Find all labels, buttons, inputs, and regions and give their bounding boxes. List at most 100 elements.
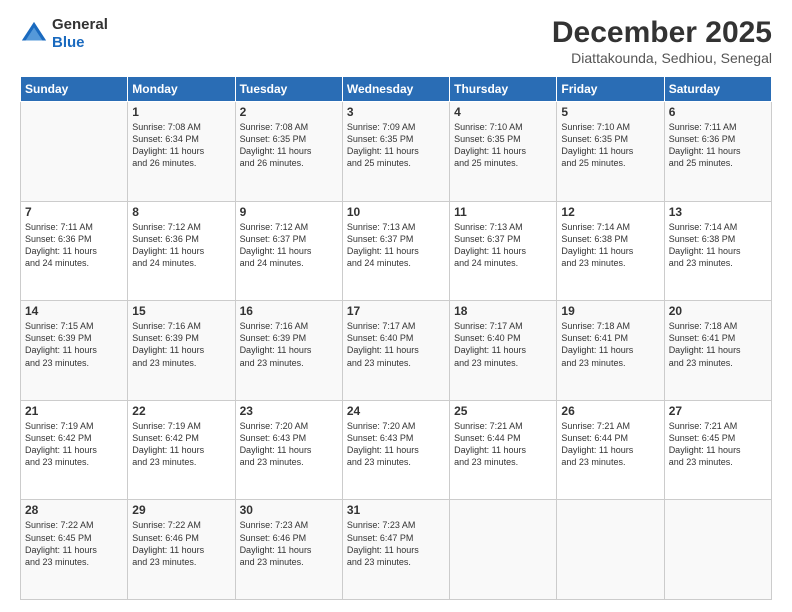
week-row-5: 28 Sunrise: 7:22 AM Sunset: 6:45 PM Dayli… [21, 500, 772, 600]
calendar-cell: 17 Sunrise: 7:17 AM Sunset: 6:40 PM Dayli… [342, 301, 449, 401]
page: General Blue December 2025 Diattakounda,… [0, 0, 792, 612]
logo-text: General Blue [52, 16, 108, 52]
day-info: Sunrise: 7:19 AM Sunset: 6:42 PM Dayligh… [25, 420, 123, 469]
logo-blue: Blue [52, 34, 85, 51]
day-info: Sunrise: 7:16 AM Sunset: 6:39 PM Dayligh… [132, 320, 230, 369]
calendar-cell [450, 500, 557, 600]
day-number: 21 [25, 404, 123, 418]
calendar-cell: 14Sunrise: 7:15 AM Sunset: 6:39 PM Dayli… [21, 301, 128, 401]
day-number: 29 [132, 503, 230, 517]
logo-icon [20, 20, 48, 48]
calendar-cell: 28 Sunrise: 7:22 AM Sunset: 6:45 PM Dayli… [21, 500, 128, 600]
week-row-1: 1Sunrise: 7:08 AM Sunset: 6:34 PM Daylig… [21, 102, 772, 202]
calendar-cell: 4Sunrise: 7:10 AM Sunset: 6:35 PM Daylig… [450, 102, 557, 202]
day-header-thursday: Thursday [450, 77, 557, 102]
day-info: Sunrise: 7:21 AM Sunset: 6:45 PM Dayligh… [669, 420, 767, 469]
day-number: 31 [347, 503, 445, 517]
day-info: Sunrise: 7:15 AM Sunset: 6:39 PM Dayligh… [25, 320, 123, 369]
week-row-4: 21 Sunrise: 7:19 AM Sunset: 6:42 PM Dayli… [21, 400, 772, 500]
day-number: 2 [240, 105, 338, 119]
calendar-cell: 23Sunrise: 7:20 AM Sunset: 6:43 PM Dayli… [235, 400, 342, 500]
calendar-cell: 5Sunrise: 7:10 AM Sunset: 6:35 PM Daylig… [557, 102, 664, 202]
location: Diattakounda, Sedhiou, Senegal [552, 50, 772, 66]
day-info: Sunrise: 7:17 AM Sunset: 6:40 PM Dayligh… [454, 320, 552, 369]
header: General Blue December 2025 Diattakounda,… [20, 16, 772, 66]
day-number: 27 [669, 404, 767, 418]
calendar-cell: 26Sunrise: 7:21 AM Sunset: 6:44 PM Dayli… [557, 400, 664, 500]
day-info: Sunrise: 7:23 AM Sunset: 6:47 PM Dayligh… [347, 519, 445, 568]
calendar-cell: 24 Sunrise: 7:20 AM Sunset: 6:43 PM Dayli… [342, 400, 449, 500]
day-info: Sunrise: 7:16 AM Sunset: 6:39 PM Dayligh… [240, 320, 338, 369]
calendar-cell: 7 Sunrise: 7:11 AM Sunset: 6:36 PM Daylig… [21, 201, 128, 301]
day-info: Sunrise: 7:12 AM Sunset: 6:37 PM Dayligh… [240, 221, 338, 270]
calendar-cell: 2Sunrise: 7:08 AM Sunset: 6:35 PM Daylig… [235, 102, 342, 202]
day-number: 8 [132, 205, 230, 219]
day-number: 19 [561, 304, 659, 318]
day-number: 7 [25, 205, 123, 219]
day-info: Sunrise: 7:13 AM Sunset: 6:37 PM Dayligh… [347, 221, 445, 270]
day-number: 5 [561, 105, 659, 119]
title-block: December 2025 Diattakounda, Sedhiou, Sen… [552, 16, 772, 66]
calendar-cell [557, 500, 664, 600]
day-number: 3 [347, 105, 445, 119]
calendar-body: 1Sunrise: 7:08 AM Sunset: 6:34 PM Daylig… [21, 102, 772, 600]
day-number: 17 [347, 304, 445, 318]
day-number: 24 [347, 404, 445, 418]
calendar-cell: 12Sunrise: 7:14 AM Sunset: 6:38 PM Dayli… [557, 201, 664, 301]
logo: General Blue [20, 16, 108, 52]
day-info: Sunrise: 7:12 AM Sunset: 6:36 PM Dayligh… [132, 221, 230, 270]
day-header-friday: Friday [557, 77, 664, 102]
day-number: 15 [132, 304, 230, 318]
day-header-saturday: Saturday [664, 77, 771, 102]
day-number: 20 [669, 304, 767, 318]
day-info: Sunrise: 7:17 AM Sunset: 6:40 PM Dayligh… [347, 320, 445, 369]
calendar-cell: 19 Sunrise: 7:18 AM Sunset: 6:41 PM Dayli… [557, 301, 664, 401]
logo-general: General [52, 16, 108, 33]
day-header-wednesday: Wednesday [342, 77, 449, 102]
calendar-cell: 29 Sunrise: 7:22 AM Sunset: 6:46 PM Dayli… [128, 500, 235, 600]
day-number: 16 [240, 304, 338, 318]
calendar-cell: 16 Sunrise: 7:16 AM Sunset: 6:39 PM Dayli… [235, 301, 342, 401]
day-info: Sunrise: 7:14 AM Sunset: 6:38 PM Dayligh… [561, 221, 659, 270]
calendar-cell: 31 Sunrise: 7:23 AM Sunset: 6:47 PM Dayli… [342, 500, 449, 600]
day-number: 13 [669, 205, 767, 219]
day-number: 25 [454, 404, 552, 418]
calendar-cell: 13Sunrise: 7:14 AM Sunset: 6:38 PM Dayli… [664, 201, 771, 301]
calendar-cell: 15 Sunrise: 7:16 AM Sunset: 6:39 PM Dayli… [128, 301, 235, 401]
calendar-cell: 1Sunrise: 7:08 AM Sunset: 6:34 PM Daylig… [128, 102, 235, 202]
day-number: 9 [240, 205, 338, 219]
day-info: Sunrise: 7:08 AM Sunset: 6:34 PM Dayligh… [132, 121, 230, 170]
day-info: Sunrise: 7:18 AM Sunset: 6:41 PM Dayligh… [669, 320, 767, 369]
day-info: Sunrise: 7:21 AM Sunset: 6:44 PM Dayligh… [561, 420, 659, 469]
day-number: 10 [347, 205, 445, 219]
day-info: Sunrise: 7:20 AM Sunset: 6:43 PM Dayligh… [347, 420, 445, 469]
day-header-tuesday: Tuesday [235, 77, 342, 102]
day-number: 23 [240, 404, 338, 418]
week-row-3: 14Sunrise: 7:15 AM Sunset: 6:39 PM Dayli… [21, 301, 772, 401]
header-row: SundayMondayTuesdayWednesdayThursdayFrid… [21, 77, 772, 102]
day-info: Sunrise: 7:22 AM Sunset: 6:46 PM Dayligh… [132, 519, 230, 568]
calendar-cell: 27 Sunrise: 7:21 AM Sunset: 6:45 PM Dayli… [664, 400, 771, 500]
day-header-monday: Monday [128, 77, 235, 102]
calendar-cell: 18 Sunrise: 7:17 AM Sunset: 6:40 PM Dayli… [450, 301, 557, 401]
day-number: 30 [240, 503, 338, 517]
day-info: Sunrise: 7:09 AM Sunset: 6:35 PM Dayligh… [347, 121, 445, 170]
day-info: Sunrise: 7:21 AM Sunset: 6:44 PM Dayligh… [454, 420, 552, 469]
day-number: 22 [132, 404, 230, 418]
day-number: 18 [454, 304, 552, 318]
day-info: Sunrise: 7:19 AM Sunset: 6:42 PM Dayligh… [132, 420, 230, 469]
calendar-cell: 6Sunrise: 7:11 AM Sunset: 6:36 PM Daylig… [664, 102, 771, 202]
month-title: December 2025 [552, 16, 772, 50]
day-info: Sunrise: 7:13 AM Sunset: 6:37 PM Dayligh… [454, 221, 552, 270]
day-number: 28 [25, 503, 123, 517]
day-info: Sunrise: 7:11 AM Sunset: 6:36 PM Dayligh… [669, 121, 767, 170]
day-info: Sunrise: 7:22 AM Sunset: 6:45 PM Dayligh… [25, 519, 123, 568]
day-info: Sunrise: 7:11 AM Sunset: 6:36 PM Dayligh… [25, 221, 123, 270]
calendar-cell: 30 Sunrise: 7:23 AM Sunset: 6:46 PM Dayli… [235, 500, 342, 600]
day-info: Sunrise: 7:23 AM Sunset: 6:46 PM Dayligh… [240, 519, 338, 568]
day-info: Sunrise: 7:18 AM Sunset: 6:41 PM Dayligh… [561, 320, 659, 369]
calendar-cell: 3 Sunrise: 7:09 AM Sunset: 6:35 PM Daylig… [342, 102, 449, 202]
calendar-cell: 10 Sunrise: 7:13 AM Sunset: 6:37 PM Dayli… [342, 201, 449, 301]
day-header-sunday: Sunday [21, 77, 128, 102]
calendar-cell: 21 Sunrise: 7:19 AM Sunset: 6:42 PM Dayli… [21, 400, 128, 500]
